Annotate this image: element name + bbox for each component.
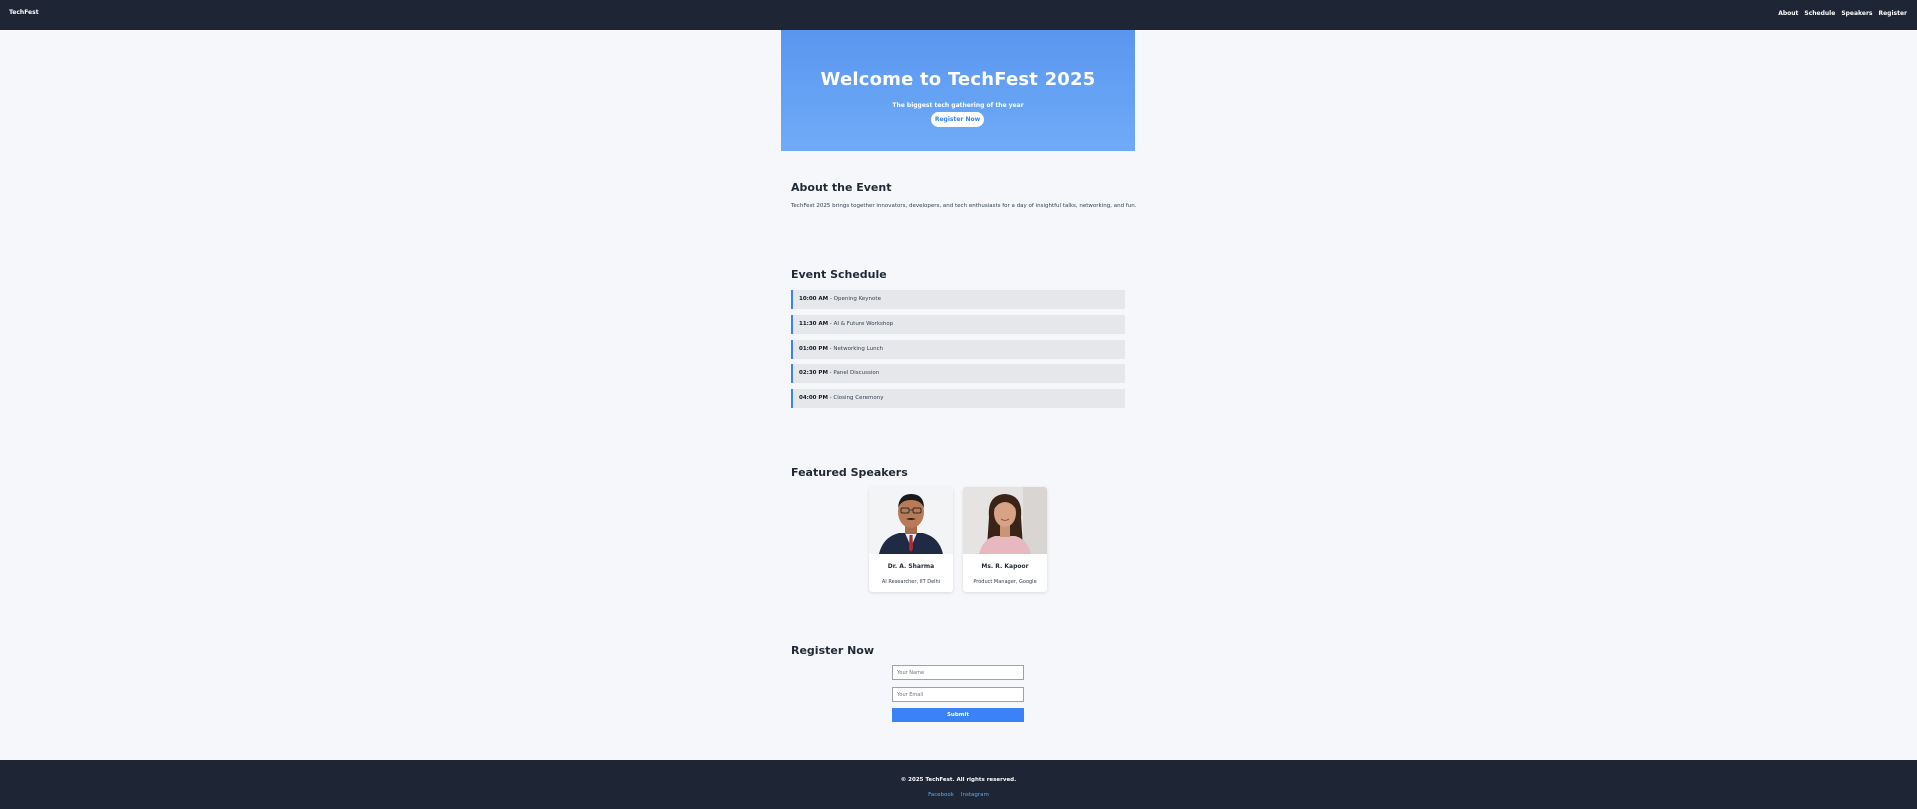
schedule-event: Closing Ceremony: [833, 395, 884, 401]
schedule-time: 04:00 PM: [799, 395, 828, 401]
speaker-card[interactable]: Dr. A. Sharma AI Researcher, IIT Delhi: [869, 487, 953, 592]
schedule-time: 10:00 AM: [799, 296, 829, 302]
schedule-event: Opening Keynote: [833, 296, 881, 302]
social-links: Facebook Instagram: [0, 792, 1917, 798]
schedule-item: 11:30 AM - AI & Future Workshop: [791, 315, 1125, 334]
schedule-time: 02:30 PM: [799, 370, 828, 376]
instagram-link[interactable]: Instagram: [961, 792, 989, 798]
nav-links: About Schedule Speakers Register: [1778, 10, 1907, 17]
name-input[interactable]: [892, 665, 1024, 680]
speaker-role: Product Manager, Google: [973, 579, 1037, 585]
submit-button[interactable]: Submit: [892, 708, 1024, 722]
register-title: Register Now: [791, 644, 875, 657]
hero-banner: Welcome to TechFest 2025 The biggest tec…: [781, 30, 1135, 151]
about-text: TechFest 2025 brings together innovators…: [791, 203, 1137, 209]
schedule-item: 10:00 AM - Opening Keynote: [791, 290, 1125, 309]
schedule-item: 04:00 PM - Closing Ceremony: [791, 389, 1125, 408]
speakers-title: Featured Speakers: [791, 466, 908, 479]
nav-link-speakers[interactable]: Speakers: [1841, 10, 1872, 17]
footer: © 2025 TechFest. All rights reserved. Fa…: [0, 760, 1917, 809]
nav-link-register[interactable]: Register: [1878, 10, 1907, 17]
schedule-event: AI & Future Workshop: [833, 321, 894, 327]
speaker-card[interactable]: Ms. R. Kapoor Product Manager, Google: [963, 487, 1047, 592]
brand-logo[interactable]: TechFest: [9, 9, 39, 16]
schedule-event: Panel Discussion: [833, 370, 880, 376]
schedule-event: Networking Lunch: [833, 346, 884, 352]
nav-link-about[interactable]: About: [1778, 10, 1798, 17]
schedule-title: Event Schedule: [791, 268, 887, 281]
facebook-link[interactable]: Facebook: [928, 792, 954, 798]
schedule-time: 01:00 PM: [799, 346, 828, 352]
schedule-item: 01:00 PM - Networking Lunch: [791, 340, 1125, 359]
top-navbar: TechFest About Schedule Speakers Registe…: [0, 0, 1917, 30]
hero-title: Welcome to TechFest 2025: [820, 69, 1096, 90]
schedule-time: 11:30 AM: [799, 321, 829, 327]
schedule-item: 02:30 PM - Panel Discussion: [791, 364, 1125, 383]
speaker-photo-sharma: [869, 487, 953, 554]
email-input[interactable]: [892, 687, 1024, 702]
hero-register-button[interactable]: Register Now: [931, 112, 984, 127]
speaker-name: Dr. A. Sharma: [887, 563, 935, 570]
about-title: About the Event: [791, 181, 892, 194]
hero-subtitle: The biggest tech gathering of the year: [892, 102, 1024, 109]
speaker-role: AI Researcher, IIT Delhi: [881, 579, 941, 585]
nav-link-schedule[interactable]: Schedule: [1804, 10, 1835, 17]
speaker-name: Ms. R. Kapoor: [981, 563, 1029, 570]
speaker-photo-kapoor: [963, 487, 1047, 554]
copyright-text: © 2025 TechFest. All rights reserved.: [900, 777, 1017, 783]
